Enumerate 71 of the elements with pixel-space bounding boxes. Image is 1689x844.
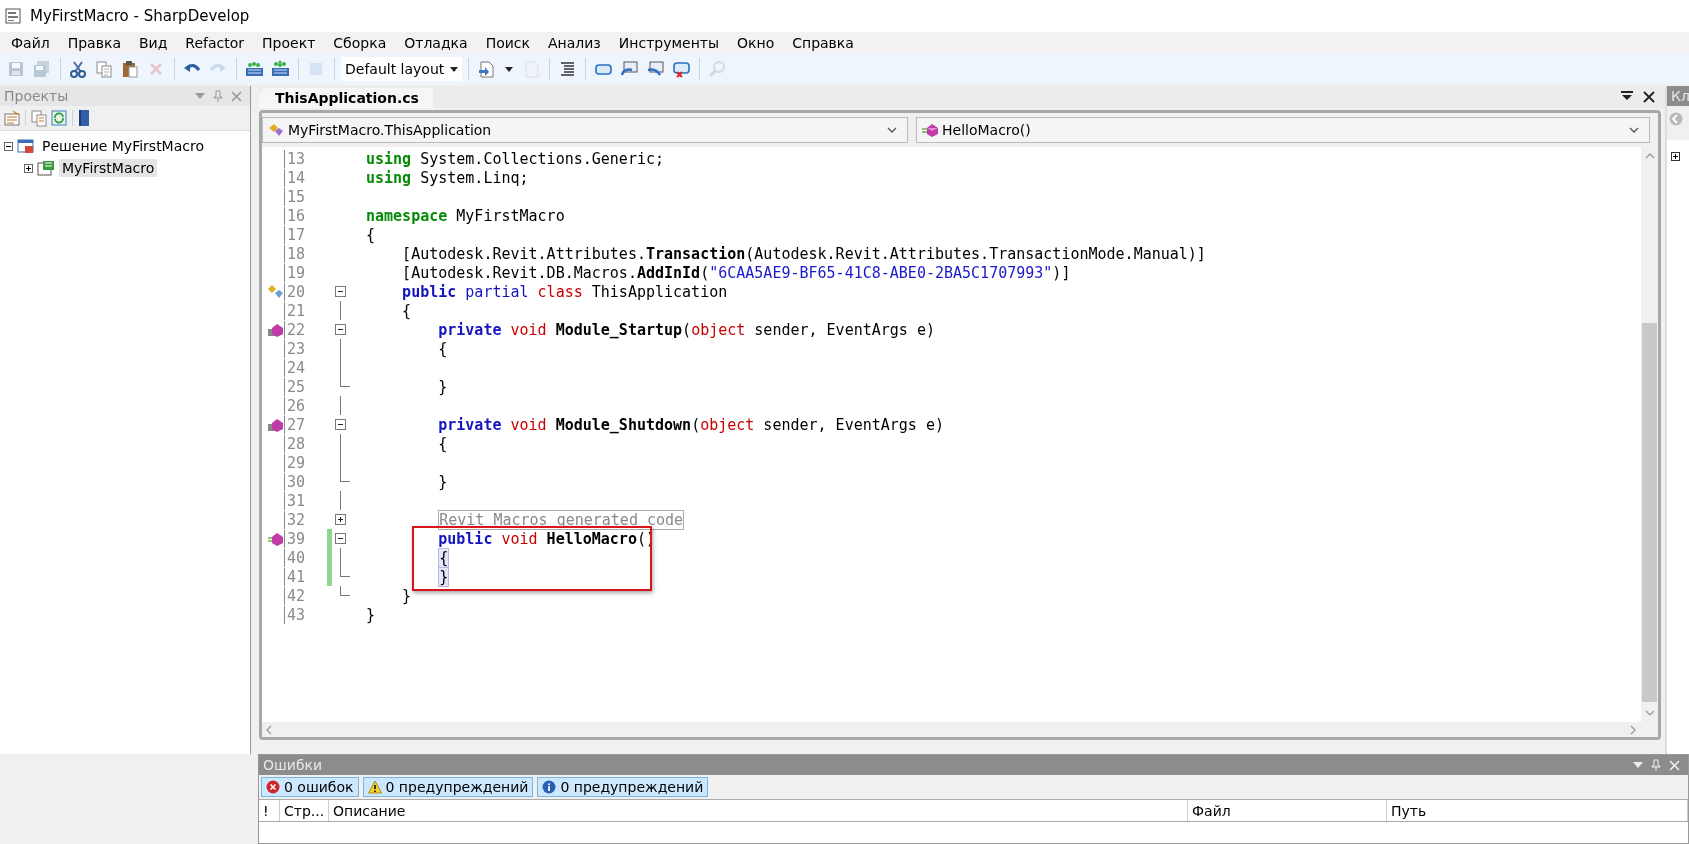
filter-toggle[interactable]: 0 предупреждений — [537, 777, 709, 797]
menu-item[interactable]: Refactor — [176, 35, 254, 51]
line-number: 13 — [284, 149, 309, 168]
code-line: [Autodesk.Revit.Attributes.Transaction(Autodesk.Revit.Attributes.TransactionMode.Manual)] — [401, 244, 1206, 263]
menu-item[interactable]: Проект — [253, 35, 325, 51]
menu-item[interactable]: Справка — [783, 35, 863, 51]
class-dropdown[interactable]: MyFirstMacro.ThisApplication — [262, 117, 908, 143]
line-number: 20 — [284, 282, 309, 301]
menu-item[interactable]: Анализ — [539, 35, 610, 51]
line-number: 31 — [284, 491, 309, 510]
line-number: 23 — [284, 339, 309, 358]
layout-dropdown[interactable]: Default layout — [341, 57, 463, 81]
column-header[interactable]: Путь — [1387, 800, 1688, 821]
line-number: 40 — [284, 548, 309, 567]
menu-item[interactable]: Отладка — [395, 35, 477, 51]
line-number: 16 — [284, 206, 309, 225]
tree-item[interactable]: MyFirstMacro — [59, 159, 158, 177]
tree-item[interactable]: Решение MyFirstMacro — [39, 137, 207, 155]
code-line: { — [437, 434, 448, 453]
code-line: using System.Linq; — [366, 168, 529, 187]
line-number: 29 — [284, 453, 309, 472]
code-line: private void Module_Startup(object sender, EventArgs e) — [437, 320, 935, 339]
line-number: 15 — [284, 187, 309, 206]
panel-title: Ошибки — [263, 757, 323, 773]
code-line: } — [437, 472, 448, 491]
line-number: 26 — [284, 396, 309, 415]
line-number: 43 — [284, 605, 309, 624]
line-number: 17 — [284, 225, 309, 244]
column-header[interactable]: Стр... — [280, 800, 329, 821]
column-header[interactable]: Файл — [1188, 800, 1387, 821]
code-line: { — [401, 301, 412, 320]
menu-item[interactable]: Правка — [58, 35, 130, 51]
line-number: 18 — [284, 244, 309, 263]
menu-item[interactable]: Окно — [728, 35, 784, 51]
file-tab[interactable]: ThisApplication.cs — [259, 88, 433, 108]
line-number: 32 — [284, 510, 309, 529]
code-line: { — [366, 225, 376, 244]
line-number: 25 — [284, 377, 309, 396]
column-header[interactable]: ! — [259, 800, 280, 821]
line-number: 41 — [284, 567, 309, 586]
code-line: [Autodesk.Revit.DB.Macros.AddInId("6CAA5AE9-BF65-41C8-ABE0-2BA5C1707993")] — [401, 263, 1071, 282]
line-number: 42 — [284, 586, 309, 605]
menu-item[interactable]: Инструменты — [609, 35, 728, 51]
line-number: 30 — [284, 472, 309, 491]
menu-item[interactable]: Вид — [129, 35, 177, 51]
code-line: } — [401, 586, 412, 605]
code-line: private void Module_Shutdown(object sender, EventArgs e) — [437, 415, 944, 434]
line-number: 21 — [284, 301, 309, 320]
line-number: 28 — [284, 434, 309, 453]
code-line: public partial class ThisApplication — [401, 282, 728, 301]
code-line: } — [437, 377, 448, 396]
menu-item[interactable]: Файл — [2, 35, 59, 51]
line-number: 14 — [284, 168, 309, 187]
line-number: 22 — [284, 320, 309, 339]
member-dropdown[interactable]: HelloMacro() — [916, 117, 1650, 143]
code-line: } — [366, 605, 376, 624]
code-line: { — [437, 339, 448, 358]
window-title: MyFirstMacro - SharpDevelop — [30, 7, 250, 25]
menu-item[interactable]: Поиск — [476, 35, 539, 51]
panel-title: Кл — [1671, 88, 1689, 104]
line-number: 27 — [284, 415, 309, 434]
line-number: 39 — [284, 529, 309, 548]
menu-item[interactable]: Сборка — [324, 35, 396, 51]
line-number: 19 — [284, 263, 309, 282]
line-number: 24 — [284, 358, 309, 377]
panel-title: Проекты — [4, 88, 69, 104]
code-line: namespace MyFirstMacro — [366, 206, 565, 225]
filter-toggle[interactable]: 0 ошибок — [261, 777, 359, 797]
filter-toggle[interactable]: 0 предупреждений — [362, 777, 534, 797]
column-header[interactable]: Описание — [329, 800, 1188, 821]
code-line: using System.Collections.Generic; — [366, 149, 665, 168]
